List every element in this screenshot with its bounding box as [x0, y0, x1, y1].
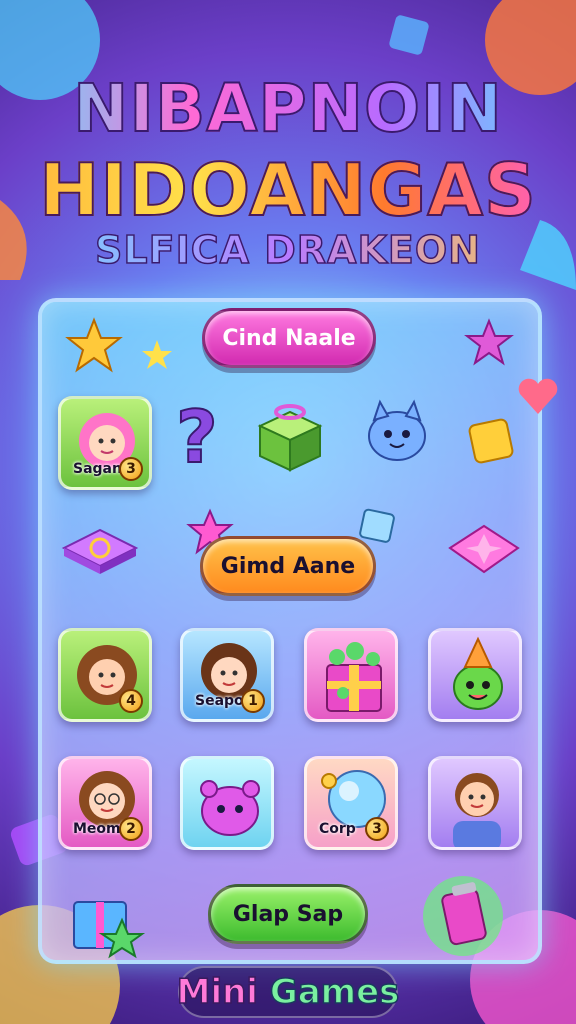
- character-name: Sagan: [73, 461, 122, 477]
- gift-tile[interactable]: [304, 628, 398, 722]
- footer-logo: Mini Games: [0, 971, 576, 1013]
- level-badge: 4: [119, 689, 143, 713]
- title-line-2: HIDOANGAS: [0, 147, 576, 233]
- creature-tile[interactable]: [428, 628, 522, 722]
- character-tile[interactable]: Sagan 3: [58, 396, 152, 490]
- character-tile[interactable]: 4: [58, 628, 152, 722]
- glap-sap-button[interactable]: Glap Sap: [208, 884, 368, 944]
- star-icon: [464, 318, 514, 366]
- character-tile[interactable]: Seapoe 1: [180, 628, 274, 722]
- gift-box-icon: [326, 642, 382, 712]
- character-tile[interactable]: [428, 756, 522, 850]
- gift-box-icon[interactable]: [66, 880, 146, 960]
- creature-tile[interactable]: [180, 756, 274, 850]
- star-icon: [65, 317, 123, 373]
- gem-icon: [448, 524, 520, 574]
- gem-icon: [468, 418, 514, 464]
- character-portrait-icon: [453, 773, 501, 847]
- footer-logo-mini: Mini: [176, 971, 259, 1013]
- heart-icon: [518, 378, 558, 414]
- cube-icon: [61, 528, 139, 574]
- blob-creature-icon: [200, 780, 260, 836]
- blob-creature-icon[interactable]: [362, 398, 432, 468]
- cind-naale-button[interactable]: Cind Naale: [202, 308, 376, 368]
- party-creature-icon: [453, 636, 503, 710]
- gimd-aane-button[interactable]: Gimd Aane: [200, 536, 376, 596]
- level-badge: 2: [119, 817, 143, 841]
- cube-icon: [359, 508, 395, 543]
- character-name: Meoml: [73, 821, 126, 837]
- tile-name: Corp: [319, 821, 356, 837]
- title-line-3: SLFICA DRAKEON: [0, 227, 576, 273]
- level-badge: 1: [241, 689, 265, 713]
- orb-tile[interactable]: Corp 3: [304, 756, 398, 850]
- character-tile[interactable]: Meoml 2: [58, 756, 152, 850]
- footer-logo-games: Games: [269, 971, 400, 1013]
- level-badge: 3: [119, 457, 143, 481]
- svg-text:?: ?: [176, 398, 218, 474]
- title-line-1: NIBAPNOIN: [0, 69, 576, 148]
- potion-icon[interactable]: [418, 870, 508, 960]
- question-mark-icon: ?: [175, 398, 219, 474]
- gift-box-icon[interactable]: [252, 398, 328, 474]
- star-icon: [142, 340, 172, 369]
- level-badge: 3: [365, 817, 389, 841]
